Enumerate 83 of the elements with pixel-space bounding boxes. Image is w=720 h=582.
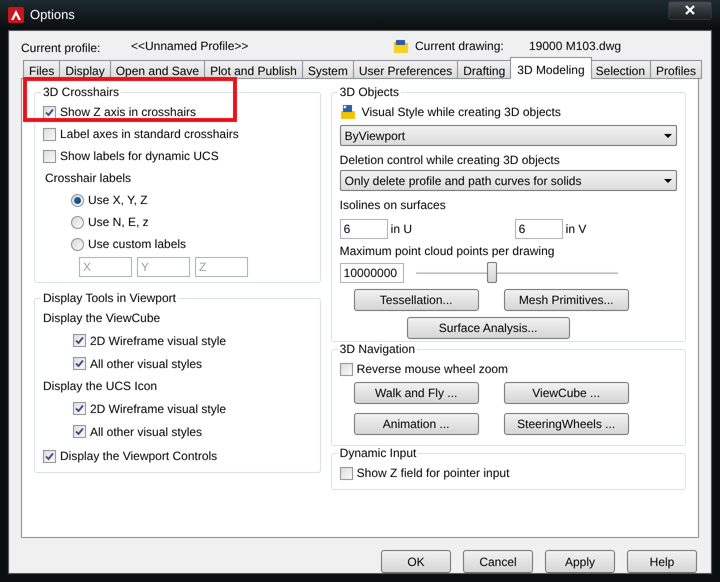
radio-label[interactable]: Use custom labels <box>88 235 186 253</box>
dialog-button[interactable]: SteeringWheels ... <box>504 413 629 435</box>
profile-name: <<Unnamed Profile>> <box>131 38 250 55</box>
checkbox-label[interactable]: Reverse mouse wheel zoom <box>356 360 508 378</box>
input-field[interactable]: Z <box>195 257 248 277</box>
group-title: Display Tools in Viewport <box>42 290 177 307</box>
checkbox[interactable] <box>43 128 56 140</box>
field-label: Isolines on surfaces <box>340 197 447 214</box>
tab[interactable]: System <box>302 60 354 79</box>
drawing-name: 19000 M103.dwg <box>529 38 622 55</box>
checkbox-label[interactable]: Show Z field for pointer input <box>356 464 510 482</box>
dialog-button[interactable]: Walk and Fly ... <box>354 382 479 404</box>
slider[interactable] <box>416 262 618 284</box>
field-label: Maximum point cloud points per drawing <box>340 243 556 260</box>
input-field[interactable]: 10000000 <box>340 263 404 283</box>
dialog-button[interactable]: ViewCube ... <box>504 382 629 404</box>
group-title: 3D Objects <box>338 84 400 101</box>
dialog-button[interactable]: Surface Analysis... <box>406 317 570 339</box>
tab[interactable]: Files <box>23 60 60 79</box>
dropdown-arrow-icon <box>664 178 672 182</box>
dialog-button[interactable]: Cancel <box>463 550 533 573</box>
app-logo-icon <box>8 7 24 23</box>
checkbox[interactable] <box>73 425 86 438</box>
dropdown-arrow-icon <box>664 134 672 138</box>
dropdown-value: ByViewport <box>344 128 406 144</box>
checkbox[interactable] <box>73 334 86 347</box>
checkbox-label[interactable]: All other visual styles <box>90 422 202 440</box>
field-label: in U <box>390 221 413 238</box>
input-field[interactable]: 6 <box>514 219 563 239</box>
checkbox-label[interactable]: Display the Viewport Controls <box>60 447 218 465</box>
tab[interactable]: Profiles <box>651 60 702 79</box>
field-label: Visual Style while creating 3D objects <box>362 104 561 121</box>
field-label: Current profile: <box>21 40 102 57</box>
section-label: Crosshair labels <box>45 170 132 187</box>
checkbox[interactable] <box>43 450 56 462</box>
checkbox-label[interactable]: 2D Wireframe visual style <box>90 332 226 350</box>
tab[interactable]: Plot and Publish <box>205 60 303 79</box>
checkbox[interactable] <box>43 106 56 118</box>
checkbox-label[interactable]: 2D Wireframe visual style <box>90 400 226 418</box>
checkbox[interactable] <box>73 357 86 370</box>
close-icon <box>685 5 695 15</box>
checkbox-label[interactable]: Label axes in standard crosshairs <box>60 125 239 143</box>
checkbox-label[interactable]: All other visual styles <box>90 354 202 372</box>
dialog-button[interactable]: OK <box>381 550 451 573</box>
input-field[interactable]: 6 <box>340 219 388 239</box>
radio-label[interactable]: Use N, E, z <box>88 213 149 231</box>
checkbox[interactable] <box>73 402 86 415</box>
input-field[interactable]: X <box>79 257 132 277</box>
radio-label[interactable]: Use X, Y, Z <box>88 191 148 209</box>
checkbox-label[interactable]: Show Z axis in crosshairs <box>60 103 196 121</box>
tab[interactable]: 3D Modeling <box>510 57 592 79</box>
checkbox-label[interactable]: Show labels for dynamic UCS <box>60 147 219 165</box>
group-title: Dynamic Input <box>338 445 418 462</box>
radio-button[interactable] <box>71 194 84 206</box>
radio-button[interactable] <box>71 238 84 250</box>
checkbox[interactable] <box>340 362 353 376</box>
checkbox[interactable] <box>43 150 56 162</box>
radio-button[interactable] <box>71 216 84 228</box>
field-label: in V <box>566 221 586 238</box>
slider-thumb[interactable] <box>487 262 498 283</box>
input-field[interactable]: Y <box>137 257 190 277</box>
field-label: Deletion control while creating 3D objects <box>340 152 561 169</box>
dialog-button[interactable]: Tessellation... <box>354 289 479 311</box>
dialog-button[interactable]: Help <box>627 550 697 573</box>
checkbox[interactable] <box>340 466 353 480</box>
dropdown[interactable]: Only delete profile and path curves for solids <box>340 170 677 191</box>
tab[interactable]: User Preferences <box>354 60 458 79</box>
close-button[interactable] <box>668 0 712 20</box>
section-label: Display the UCS Icon <box>43 378 158 395</box>
field-label: Current drawing: <box>415 38 505 55</box>
group-title: 3D Navigation <box>338 341 416 358</box>
dialog-button[interactable]: Mesh Primitives... <box>504 289 629 311</box>
visual-style-icon <box>340 104 356 120</box>
window-title: Options <box>30 6 75 24</box>
tab[interactable]: Selection <box>590 60 652 79</box>
drawing-file-icon <box>393 38 409 54</box>
dialog-button[interactable]: Animation ... <box>354 413 479 435</box>
tab[interactable]: Drafting <box>458 60 512 79</box>
dialog-button[interactable]: Apply <box>545 550 615 573</box>
section-label: Display the ViewCube <box>43 310 162 327</box>
dropdown[interactable]: ByViewport <box>340 125 677 146</box>
group-title: 3D Crosshairs <box>42 84 120 101</box>
dropdown-value: Only delete profile and path curves for solids <box>344 172 582 190</box>
